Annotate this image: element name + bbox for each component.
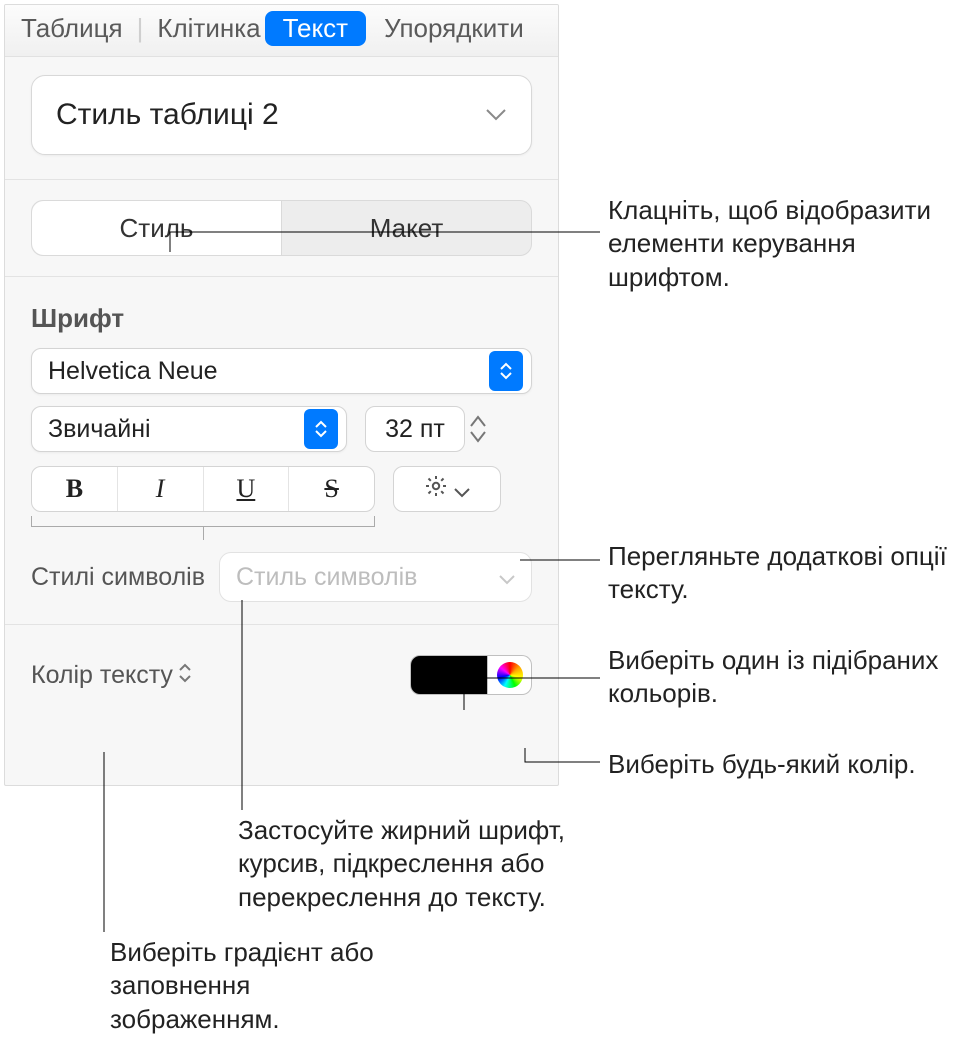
leader-lines xyxy=(0,0,974,1045)
